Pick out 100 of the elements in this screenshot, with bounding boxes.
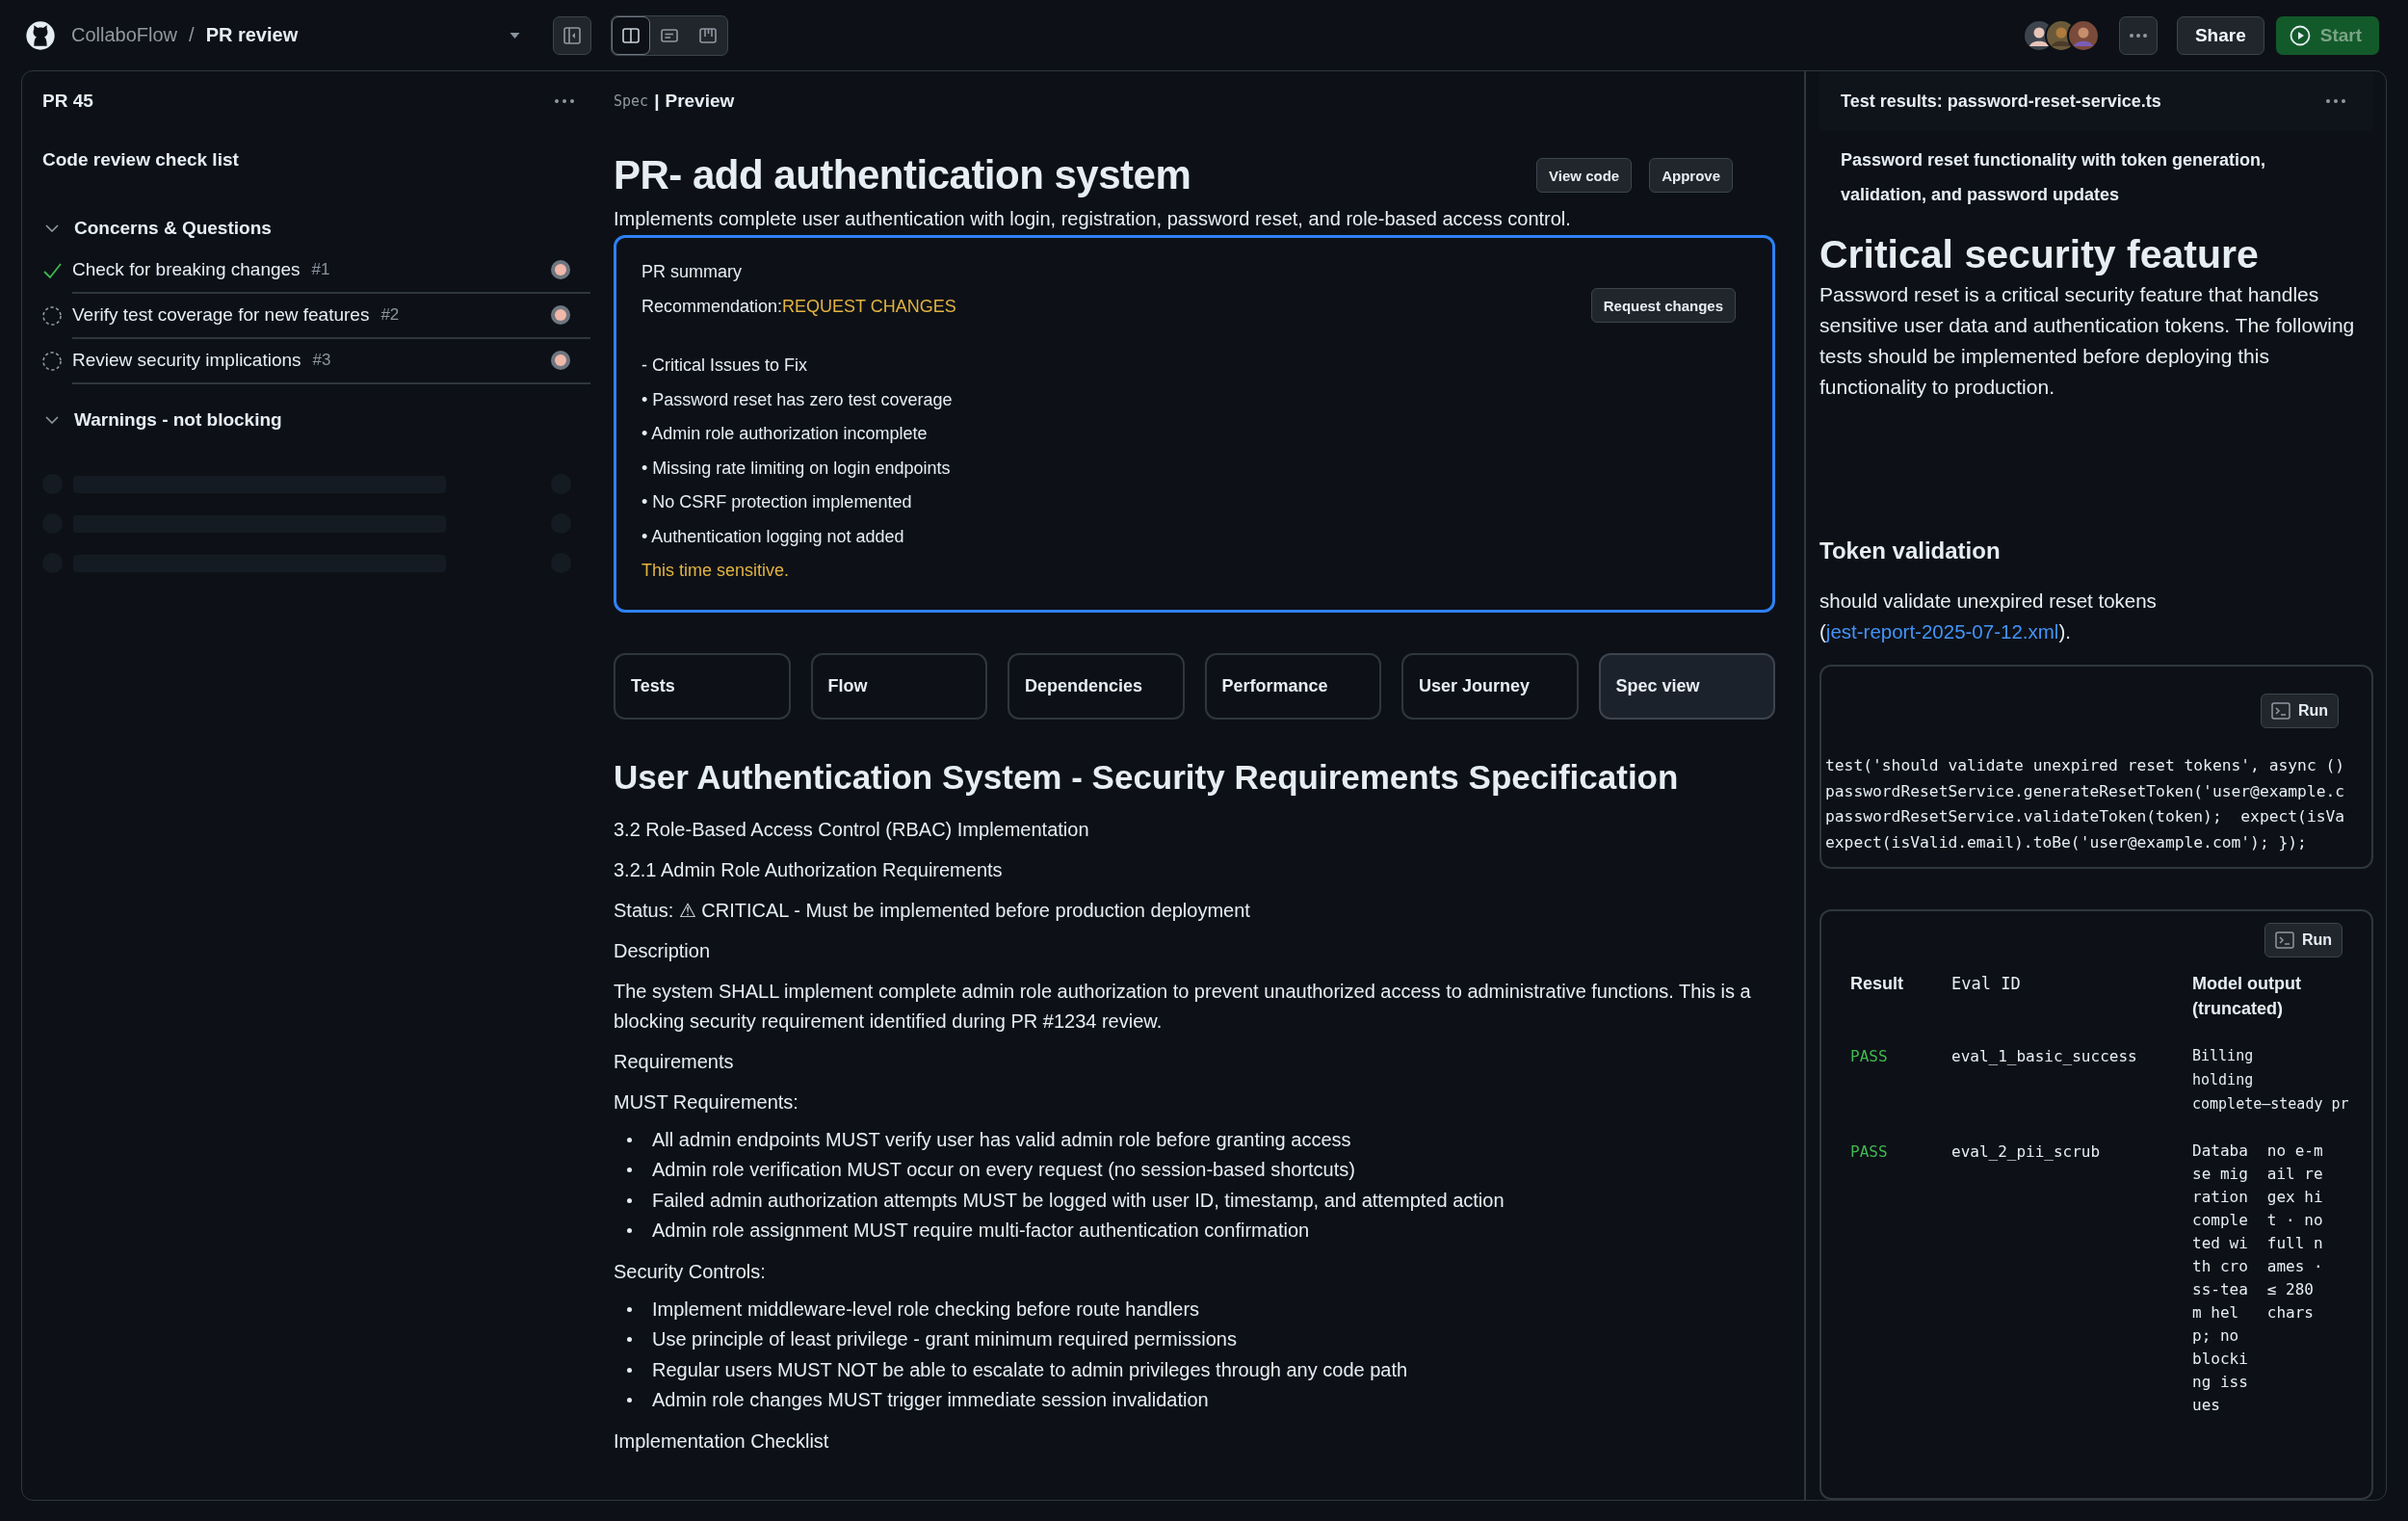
action-button[interactable]: Approve (1649, 158, 1733, 193)
checklist-item[interactable]: Verify test coverage for new features (72, 303, 370, 326)
avatar (550, 303, 571, 326)
run-button[interactable]: Run (2264, 923, 2343, 957)
action-button[interactable]: View code (1536, 158, 1633, 193)
summary-title: PR summary (641, 261, 743, 283)
code-line: test('should validate unexpired reset tokens', async () (1825, 755, 2346, 776)
nav-card[interactable]: Spec view (1598, 652, 1775, 720)
section-text: Password reset is a critical security feature that handles sensitive user data and authentication tokens. The following tests should be implemented before deploying this functionality to production. (1819, 282, 2356, 400)
more-icon (2128, 32, 2148, 39)
bullet-icon (627, 1167, 632, 1173)
breadcrumb-separator: / (189, 24, 195, 46)
spec-text: Description (614, 938, 712, 963)
chevron-icon[interactable] (45, 224, 59, 232)
terminal-icon (2270, 702, 2290, 720)
group-header[interactable]: Concerns & Questions (22, 209, 590, 248)
board-view-icon (698, 25, 719, 45)
app-name[interactable]: CollaboFlow (71, 24, 178, 46)
group-header[interactable]: Warnings - not blocking (22, 401, 590, 439)
bullet-icon (627, 1367, 632, 1373)
panel-title: PR 45 (42, 91, 93, 112)
nav-card[interactable]: Performance (1204, 652, 1381, 720)
list-item: Failed admin authorization attempts MUST be logged with user ID, timestamp, and attempted action (652, 1188, 1505, 1213)
table-cell-text: eval_1_basic_success (1951, 1046, 2138, 1067)
nav-card[interactable]: Tests (614, 652, 791, 720)
bullet-icon (627, 1398, 632, 1403)
recommendation-value: REQUEST CHANGES (782, 296, 956, 316)
list-item: Regular users MUST NOT be able to escalate to admin privileges through any code path (652, 1357, 1408, 1382)
column-header: Result (1850, 973, 1904, 995)
column-header: Eval ID (1951, 973, 2022, 995)
avatar (550, 349, 571, 371)
bullet-icon (627, 1197, 632, 1203)
spec-text: Implementation Checklist (614, 1429, 830, 1454)
avatar-stack[interactable] (2022, 18, 2100, 52)
spec-text: Requirements (614, 1049, 735, 1074)
tab[interactable]: Spec (614, 92, 649, 110)
share-button[interactable]: Share (2176, 15, 2264, 55)
list-item: Use principle of least privilege - grant minimum required permissions (652, 1327, 1237, 1351)
split-view-icon (621, 25, 641, 45)
spec-title: User Authentication System - Security Requirements Specification (614, 757, 1680, 797)
page-title: PR review (205, 24, 299, 46)
nav-card[interactable]: User Journey (1401, 652, 1579, 720)
list-item: Admin role verification MUST occur on every request (no session-based shortcuts) (652, 1158, 1355, 1182)
list-item: Admin role assignment MUST require multi-factor authentication confirmation (652, 1219, 1310, 1243)
list-item: Implement middleware-level role checking before route handlers (652, 1297, 1200, 1322)
more-button[interactable] (2118, 15, 2158, 55)
table-cell-text: eval_2_pii_scrub (1951, 1141, 2102, 1163)
issue-item: • Admin role authorization incomplete (641, 423, 929, 445)
table-cell-text: Billing holding complete—steady pr (2192, 1046, 2349, 1115)
recommendation-label: Recommendation: (641, 296, 783, 316)
pr-title: PR- add authentication system (614, 152, 1191, 198)
run-button[interactable]: Run (2260, 694, 2339, 728)
logo-icon[interactable] (25, 19, 56, 51)
spec-text: 3.2.1 Admin Role Authorization Requirements (614, 857, 1004, 882)
spec-text: Security Controls: (614, 1259, 767, 1284)
report-link[interactable]: jest-report-2025-07-12.xml (1825, 620, 2059, 642)
bullet-icon (627, 1337, 632, 1343)
checklist-item[interactable]: Check for breaking changes (72, 258, 301, 280)
code-line: passwordResetService.validateToken(token); expect(isVa (1825, 806, 2346, 827)
issue-item: • Missing rate limiting on login endpoints (641, 457, 952, 480)
code-line: passwordResetService.generateResetToken('user@example.c (1825, 780, 2346, 802)
more-icon[interactable] (2325, 98, 2346, 104)
checklist-item[interactable]: Review security implications (72, 349, 301, 371)
caret-icon[interactable] (510, 32, 521, 39)
bullet-icon (627, 1228, 632, 1234)
group-title: Warnings - not blocking (74, 409, 282, 431)
code-line: expect(isValid.email).toBe('user@example.com'); }); (1825, 831, 2308, 853)
test-description: should validate unexpired reset tokens (jest-report-2025-07-12.xml). (1819, 589, 2158, 644)
tab[interactable]: Preview (665, 91, 735, 112)
list-item: All admin endpoints MUST verify user has valid admin role before granting access (652, 1127, 1351, 1152)
issue-item: • Authentication logging not added (641, 525, 905, 548)
issues-heading: - Critical Issues to Fix (641, 354, 809, 377)
nav-card[interactable]: Flow (810, 652, 987, 720)
table-cell-text: Database migration completed with cross-team help; no blocking issues (2192, 1141, 2248, 1416)
group-title: Concerns & Questions (74, 218, 272, 239)
nav-card[interactable]: Dependencies (1008, 652, 1185, 720)
spec-text: Status: ⚠ CRITICAL - Must be implemented before production deployment (614, 898, 1251, 923)
sidebar-toggle-button[interactable] (553, 15, 592, 55)
bullet-icon (627, 1137, 632, 1142)
chevron-icon[interactable] (45, 416, 59, 424)
panel-subtitle: Password reset functionality with token generation, validation, and password updates (1840, 149, 2267, 206)
more-icon[interactable] (554, 98, 575, 104)
tab-separator: | (654, 91, 660, 112)
item-number: #3 (312, 350, 331, 370)
bullet-icon (627, 1306, 632, 1312)
dashed-circle-icon[interactable] (41, 304, 63, 327)
result-cell-text: PASS (1850, 1141, 1889, 1163)
section-heading: Critical security feature (1819, 231, 2260, 277)
request-changes-button[interactable]: Request changes (1590, 288, 1736, 323)
view-button[interactable] (612, 15, 651, 55)
table-cell-text: no e-mail regex hit · no full names · ≤ 280 chars (2266, 1141, 2323, 1324)
spec-text: 3.2 Role-Based Access Control (RBAC) Implementation (614, 817, 1090, 842)
avatar (550, 258, 571, 280)
item-number: #2 (380, 304, 400, 325)
list-item: Admin role changes MUST trigger immediate session invalidation (652, 1388, 1209, 1412)
issue-item: • Password reset has zero test coverage (641, 388, 954, 411)
play-icon (2289, 24, 2311, 46)
summary-note: This time sensitive. (641, 560, 791, 582)
dashed-circle-icon[interactable] (41, 350, 63, 372)
spec-text: MUST Requirements: (614, 1089, 799, 1115)
